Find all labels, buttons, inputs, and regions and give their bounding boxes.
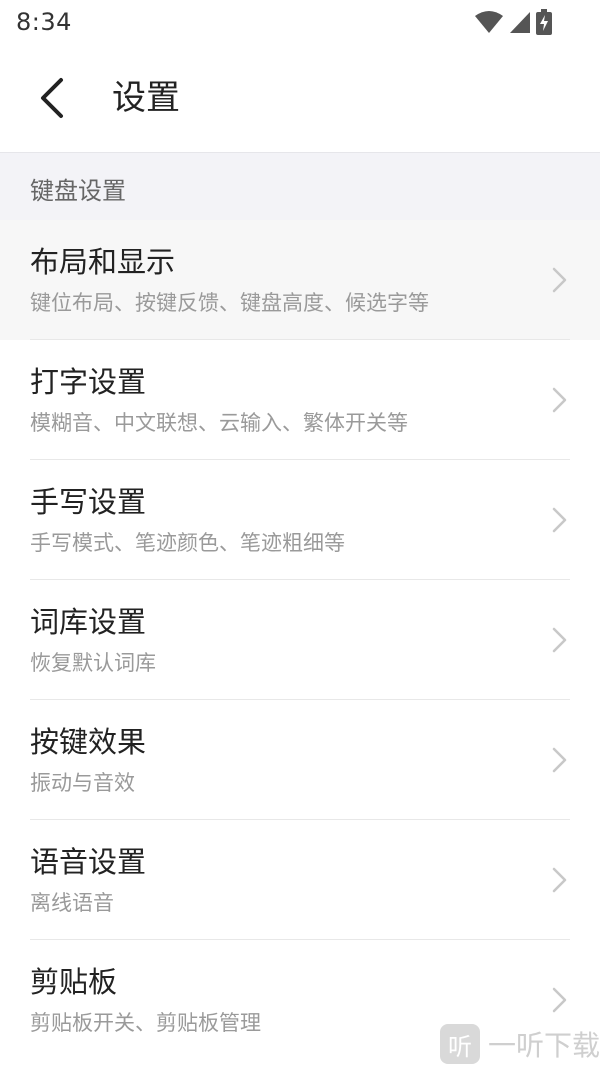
signal-icon — [510, 12, 530, 33]
item-subtitle: 离线语音 — [30, 891, 114, 915]
settings-item-layout-display[interactable]: 布局和显示 键位布局、按键反馈、键盘高度、候选字等 — [0, 220, 600, 340]
chevron-right-icon — [552, 507, 567, 533]
item-title: 按键效果 — [30, 725, 147, 759]
item-title: 布局和显示 — [30, 245, 176, 279]
chevron-right-icon — [552, 747, 567, 773]
chevron-right-icon — [552, 867, 567, 893]
status-bar: 8:34 — [0, 0, 600, 48]
item-title: 语音设置 — [30, 845, 147, 879]
settings-list: 布局和显示 键位布局、按键反馈、键盘高度、候选字等 打字设置 模糊音、中文联想、… — [0, 220, 600, 1060]
chevron-right-icon — [552, 387, 567, 413]
app-header: 设置 — [0, 48, 600, 153]
battery-charging-icon — [536, 9, 552, 35]
settings-item-dictionary[interactable]: 词库设置 恢复默认词库 — [0, 580, 600, 700]
item-subtitle: 振动与音效 — [30, 771, 135, 795]
status-time: 8:34 — [16, 8, 72, 36]
settings-item-voice[interactable]: 语音设置 离线语音 — [0, 820, 600, 940]
chevron-right-icon — [552, 627, 567, 653]
item-title: 手写设置 — [30, 485, 147, 519]
status-icons — [474, 8, 552, 36]
watermark-logo-icon: 听 — [440, 1024, 480, 1064]
settings-item-typing[interactable]: 打字设置 模糊音、中文联想、云输入、繁体开关等 — [0, 340, 600, 460]
item-subtitle: 模糊音、中文联想、云输入、繁体开关等 — [30, 411, 408, 435]
item-title: 剪贴板 — [30, 965, 118, 999]
watermark: 听 一听下载 — [440, 1022, 600, 1066]
settings-item-key-effects[interactable]: 按键效果 振动与音效 — [0, 700, 600, 820]
page-title: 设置 — [112, 78, 180, 118]
chevron-left-icon — [41, 78, 63, 118]
item-title: 打字设置 — [30, 365, 147, 399]
item-subtitle: 手写模式、笔迹颜色、笔迹粗细等 — [30, 531, 345, 555]
section-title: 键盘设置 — [30, 177, 126, 205]
back-button[interactable] — [20, 70, 84, 126]
wifi-icon — [475, 11, 503, 33]
section-header: 键盘设置 — [0, 153, 600, 220]
settings-item-handwriting[interactable]: 手写设置 手写模式、笔迹颜色、笔迹粗细等 — [0, 460, 600, 580]
chevron-right-icon — [552, 267, 567, 293]
item-subtitle: 剪贴板开关、剪贴板管理 — [30, 1011, 261, 1035]
item-subtitle: 键位布局、按键反馈、键盘高度、候选字等 — [30, 291, 429, 315]
chevron-right-icon — [552, 987, 567, 1013]
item-title: 词库设置 — [30, 605, 147, 639]
item-subtitle: 恢复默认词库 — [30, 651, 156, 675]
watermark-text: 一听下载 — [488, 1029, 600, 1062]
